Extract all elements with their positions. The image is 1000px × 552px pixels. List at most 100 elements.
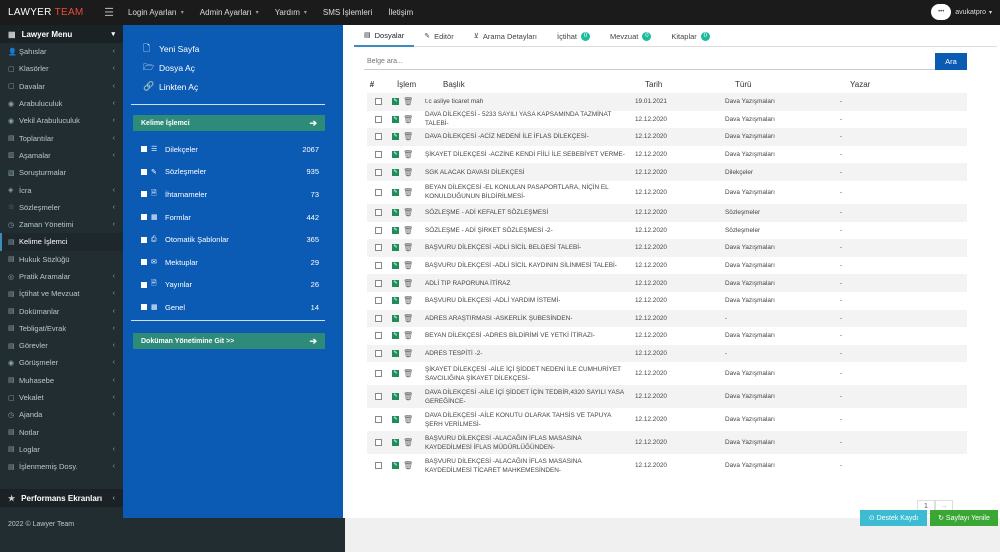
- trash-icon[interactable]: 🗑: [403, 296, 413, 305]
- row-checkbox[interactable]: [367, 297, 389, 305]
- row-checkbox[interactable]: [367, 439, 389, 447]
- trash-icon[interactable]: 🗑: [403, 115, 413, 124]
- support-button[interactable]: ⊙ Destek Kaydı: [860, 510, 927, 526]
- trash-icon[interactable]: 🗑: [403, 392, 413, 401]
- row-title[interactable]: BAŞVURU DİLEKÇESİ -ADLİ SİCİL BELGESİ TA…: [425, 243, 635, 252]
- category-item[interactable]: ✎ Sözleşmeler 935: [141, 161, 319, 184]
- sidebar-item[interactable]: ▤ Tebligat/Evrak ‹: [0, 320, 123, 337]
- edit-icon[interactable]: ✎: [392, 115, 399, 123]
- row-checkbox[interactable]: [367, 393, 389, 401]
- row-title[interactable]: DAVA DİLEKÇESİ -AİLE İÇİ ŞİDDET İÇİN TED…: [425, 388, 635, 406]
- trash-icon[interactable]: 🗑: [403, 208, 413, 217]
- trash-icon[interactable]: 🗑: [403, 261, 413, 270]
- row-title[interactable]: BAŞVURU DİLEKÇESİ -ADLİ SİCİL KAYDININ S…: [425, 261, 635, 270]
- row-checkbox[interactable]: [367, 226, 389, 234]
- edit-icon[interactable]: ✎: [392, 168, 399, 176]
- row-checkbox[interactable]: [367, 188, 389, 196]
- row-checkbox[interactable]: [367, 416, 389, 424]
- panel-action[interactable]: 🔗 Linkten Aç: [143, 77, 343, 96]
- row-title[interactable]: ŞİKAYET DİLEKÇESİ -AİLE İÇİ ŞİDDET NEDEN…: [425, 365, 635, 383]
- tab-item[interactable]: İçtihat 0: [547, 25, 600, 47]
- sidebar-item[interactable]: ◈ İcra ‹: [0, 181, 123, 198]
- trash-icon[interactable]: 🗑: [403, 188, 413, 197]
- tab-item[interactable]: ▤ Dosyalar: [354, 25, 415, 47]
- sidebar-item[interactable]: ◷ Ajanda ‹: [0, 406, 123, 423]
- edit-icon[interactable]: ✎: [392, 462, 399, 470]
- hamburger-menu-icon[interactable]: ☰: [96, 6, 122, 19]
- sidebar-item[interactable]: ◉ Vekil Arabuluculuk ‹: [0, 112, 123, 129]
- row-title[interactable]: BAŞVURU DİLEKÇESİ -ADLİ YARDIM İSTEMİ-: [425, 296, 635, 305]
- search-input[interactable]: [364, 53, 935, 70]
- row-checkbox[interactable]: [367, 115, 389, 123]
- nav-item[interactable]: Yardım ▾: [275, 8, 307, 17]
- refresh-button[interactable]: ↻ Sayfayı Yenile: [930, 510, 998, 526]
- edit-icon[interactable]: ✎: [392, 209, 399, 217]
- sidebar-item[interactable]: ▤ İçtihat ve Mevzuat ‹: [0, 285, 123, 302]
- word-processor-bar[interactable]: Kelime İşlemci ➔: [133, 115, 325, 131]
- edit-icon[interactable]: ✎: [392, 314, 399, 322]
- sidebar-item[interactable]: ▢ Klasörler ‹: [0, 60, 123, 77]
- nav-item[interactable]: İletişim: [388, 8, 413, 17]
- row-title[interactable]: BAŞVURU DİLEKÇESİ -ALACAĞIN İFLAS MASASI…: [425, 434, 635, 452]
- edit-icon[interactable]: ✎: [392, 416, 399, 424]
- sidebar-item[interactable]: ▤ Hukuk Sözlüğü: [0, 251, 123, 268]
- edit-icon[interactable]: ✎: [392, 279, 399, 287]
- tab-item[interactable]: ✎ Editör: [414, 25, 463, 47]
- trash-icon[interactable]: 🗑: [403, 331, 413, 340]
- sidebar-item[interactable]: ▤ Kelime İşlemci: [0, 233, 123, 251]
- row-checkbox[interactable]: [367, 209, 389, 217]
- sidebar-item[interactable]: ◉ Arabuluculuk ‹: [0, 95, 123, 112]
- sidebar-item[interactable]: ▤ Muhasebe ‹: [0, 372, 123, 389]
- category-item[interactable]: ☰ Dilekçeler 2067: [141, 138, 319, 161]
- row-checkbox[interactable]: [367, 98, 389, 106]
- row-checkbox[interactable]: [367, 262, 389, 270]
- trash-icon[interactable]: 🗑: [403, 438, 413, 447]
- sidebar-item[interactable]: ▤ Görevler ‹: [0, 337, 123, 354]
- search-button[interactable]: Ara: [935, 53, 967, 70]
- row-checkbox[interactable]: [367, 168, 389, 176]
- edit-icon[interactable]: ✎: [392, 244, 399, 252]
- row-title[interactable]: t.c asliye ticaret mah: [425, 97, 635, 106]
- sidebar-head[interactable]: ▦ Lawyer Menu ▾: [0, 25, 123, 43]
- sidebar-item[interactable]: ☆ Sözleşmeler ‹: [0, 199, 123, 216]
- document-management-bar[interactable]: Doküman Yönetimine Git >> ➔: [133, 333, 325, 349]
- edit-icon[interactable]: ✎: [392, 226, 399, 234]
- row-title[interactable]: BEYAN DİLEKÇESİ -ADRES BİLDİRİMİ VE YETK…: [425, 331, 635, 340]
- row-title[interactable]: SÖZLEŞME - ADİ ŞİRKET SÖZLEŞMESİ -2-: [425, 226, 635, 235]
- trash-icon[interactable]: 🗑: [403, 97, 413, 106]
- trash-icon[interactable]: 🗑: [403, 150, 413, 159]
- row-title[interactable]: ADLİ TIP RAPORUNA İTİRAZ: [425, 279, 635, 288]
- row-checkbox[interactable]: [367, 370, 389, 378]
- sidebar-item[interactable]: ▤ Notlar: [0, 424, 123, 441]
- row-title[interactable]: SÖZLEŞME - ADİ KEFALET SÖZLEŞMESİ: [425, 208, 635, 217]
- sidebar-item[interactable]: ◷ Zaman Yönetimi ‹: [0, 216, 123, 233]
- sidebar-item[interactable]: 👤 Şahıslar ‹: [0, 43, 123, 60]
- trash-icon[interactable]: 🗑: [403, 168, 413, 177]
- trash-icon[interactable]: 🗑: [403, 243, 413, 252]
- trash-icon[interactable]: 🗑: [403, 132, 413, 141]
- row-title[interactable]: DAVA DİLEKÇESİ -ACİZ NEDENİ İLE İFLAS Dİ…: [425, 132, 635, 141]
- edit-icon[interactable]: ✎: [392, 188, 399, 196]
- row-checkbox[interactable]: [367, 314, 389, 322]
- row-checkbox[interactable]: [367, 350, 389, 358]
- category-item[interactable]: 🗎 İhtarnameler 73: [141, 183, 319, 206]
- panel-action[interactable]: 🗋 Yeni Sayfa: [143, 39, 343, 58]
- row-title[interactable]: ADRES TESPİTİ -2-: [425, 349, 635, 358]
- row-checkbox[interactable]: [367, 462, 389, 470]
- edit-icon[interactable]: ✎: [392, 350, 399, 358]
- trash-icon[interactable]: 🗑: [403, 349, 413, 358]
- sidebar-item[interactable]: ▤ Loglar ‹: [0, 441, 123, 458]
- row-checkbox[interactable]: [367, 151, 389, 159]
- row-title[interactable]: BAŞVURU DİLEKÇESİ -ALACAĞIN İFLAS MASASI…: [425, 457, 635, 475]
- sidebar-item[interactable]: ▧ Soruşturmalar: [0, 164, 123, 181]
- trash-icon[interactable]: 🗑: [403, 369, 413, 378]
- nav-item[interactable]: Login Ayarları ▾: [128, 8, 184, 17]
- sidebar-item[interactable]: ▤ Dokümanlar ‹: [0, 302, 123, 319]
- tab-item[interactable]: ⊻ Arama Detayları: [464, 25, 547, 47]
- edit-icon[interactable]: ✎: [392, 297, 399, 305]
- trash-icon[interactable]: 🗑: [403, 226, 413, 235]
- tab-item[interactable]: Mevzuat 0: [600, 25, 661, 47]
- row-title[interactable]: ADRES ARAŞTIRMASI -ASKERLİK ŞUBESİNDEN-: [425, 314, 635, 323]
- edit-icon[interactable]: ✎: [392, 98, 399, 106]
- edit-icon[interactable]: ✎: [392, 393, 399, 401]
